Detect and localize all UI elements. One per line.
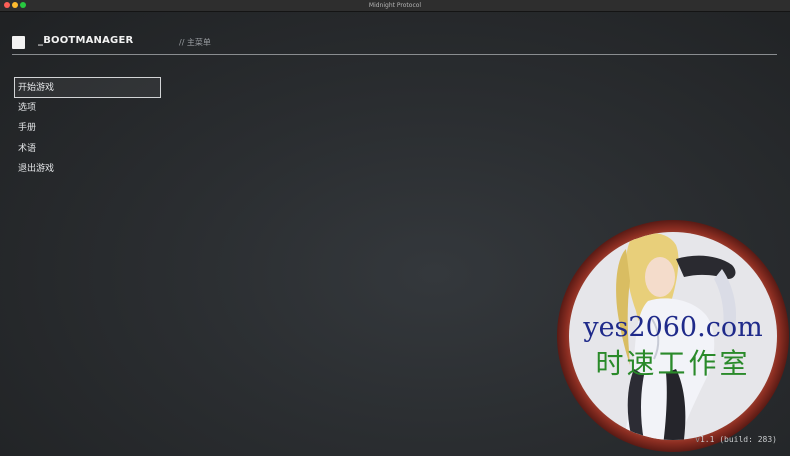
header: _BOOTMANAGER // 主菜单 [12, 33, 777, 53]
header-divider [12, 54, 777, 55]
watermark-text-url: yes2060.com [582, 312, 762, 343]
version-number: 1.1 (build: 283) [699, 435, 777, 444]
menu-item-glossary[interactable]: 术语 [14, 139, 162, 160]
menu-item-options[interactable]: 选项 [14, 98, 162, 119]
section-label: // 主菜单 [179, 38, 211, 47]
window-titlebar[interactable]: Midnight Protocol [0, 0, 790, 12]
version-label: v1.1 (build: 283) [695, 435, 777, 444]
main-menu: 开始游戏 选项 手册 术语 退出游戏 [14, 77, 162, 180]
app-window: Midnight Protocol _BOOTMANAGER // 主菜单 开始… [0, 0, 790, 456]
app-name: _BOOTMANAGER [38, 35, 134, 46]
menu-item-manual[interactable]: 手册 [14, 118, 162, 139]
menu-item-start-game[interactable]: 开始游戏 [14, 77, 161, 98]
watermark-text-studio: 时速工作室 [595, 347, 750, 380]
menu-item-quit-game[interactable]: 退出游戏 [14, 159, 162, 180]
window-title: Midnight Protocol [368, 2, 422, 9]
app-logo-icon [12, 36, 25, 49]
watermark-logo: yes2060.com 时速工作室 [557, 220, 789, 452]
